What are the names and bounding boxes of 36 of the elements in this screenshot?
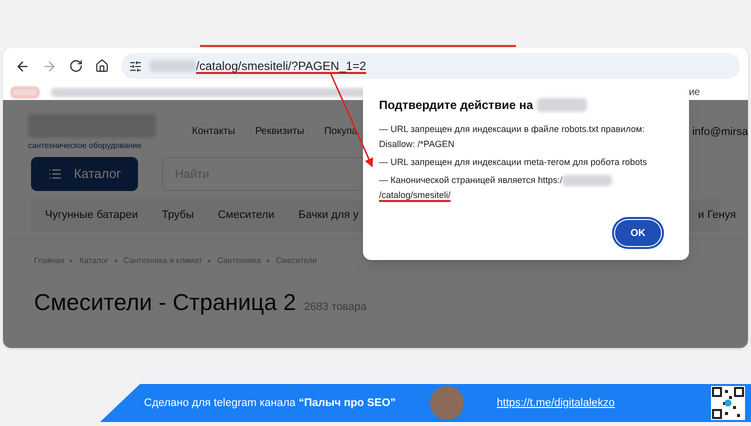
category-link[interactable]: Чугунные батареи: [45, 207, 138, 224]
nav-link[interactable]: Покупа: [324, 124, 358, 139]
breadcrumb-separator-icon: [114, 259, 118, 263]
redacted-domain: [537, 98, 587, 112]
banner-text: Сделано для telegram канала “Палыч про SEO”: [144, 396, 396, 411]
dialog-message: — URL запрещен для индексации в файле robots.txt правилом: Disallow: /*PAGEN: [379, 123, 646, 151]
redacted-domain: [150, 60, 196, 72]
redacted-domain: [562, 175, 612, 186]
canonical-url: /catalog/smesiteli/: [379, 189, 451, 202]
avatar-placeholder: [430, 386, 464, 420]
address-bar[interactable]: /catalog/smesiteli/?PAGEN_1=2: [121, 53, 740, 79]
dialog-title: Подтвердите действие на: [379, 97, 533, 114]
list-icon: [48, 167, 62, 181]
breadcrumb-separator-icon: [266, 259, 270, 263]
category-link[interactable]: Бачки для у: [298, 207, 359, 224]
email-link[interactable]: info@mirsa: [692, 124, 748, 140]
url-text: /catalog/smesiteli/?PAGEN_1=2: [196, 58, 366, 75]
reload-icon[interactable]: [69, 59, 83, 73]
category-link[interactable]: и Генуя: [698, 207, 736, 224]
qr-code-icon: [711, 386, 745, 420]
redacted-bookmark: [11, 86, 39, 98]
bookmark-text[interactable]: ие: [688, 84, 700, 100]
site-info-icon[interactable]: [129, 60, 142, 72]
catalog-button[interactable]: Каталог: [31, 157, 138, 191]
category-link[interactable]: Трубы: [162, 207, 194, 224]
page-title: Смесители - Страница 2: [34, 288, 296, 317]
site-tagline: сантехническое оборудование: [28, 140, 143, 152]
home-icon[interactable]: [95, 59, 109, 73]
nav-link[interactable]: Контакты: [192, 124, 236, 139]
telegram-link[interactable]: https://t.me/digitalalekzo: [496, 394, 615, 412]
breadcrumb-separator-icon: [208, 259, 212, 263]
back-icon[interactable]: [15, 58, 30, 74]
breadcrumb-separator-icon: [70, 259, 74, 263]
nav-link[interactable]: Реквизиты: [255, 124, 304, 139]
category-link[interactable]: Смесители: [218, 207, 274, 224]
ok-button[interactable]: OK: [615, 220, 661, 246]
